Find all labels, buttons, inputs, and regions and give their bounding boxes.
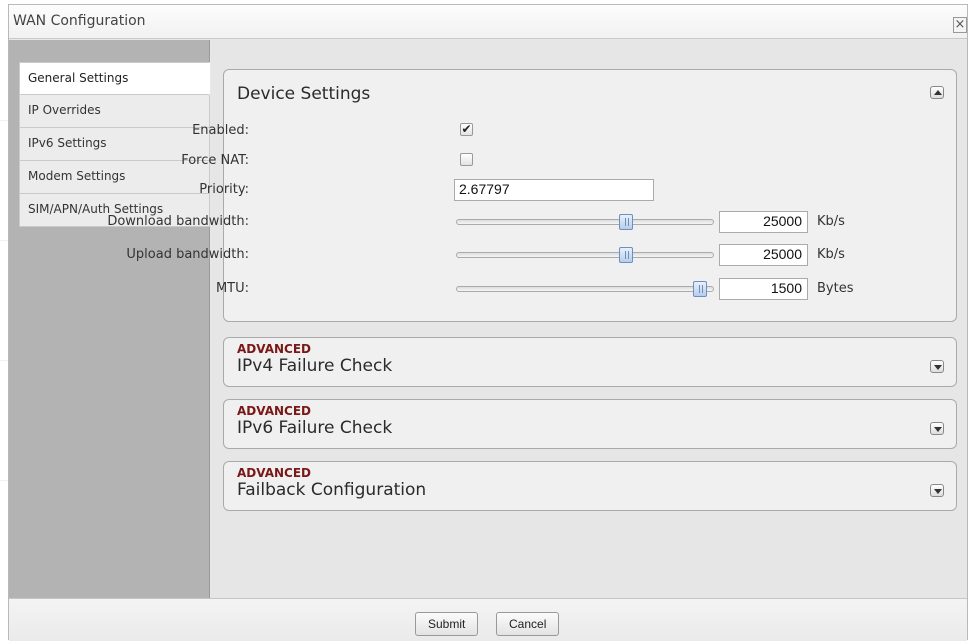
ipv6-failure-check-title: IPv6 Failure Check (237, 418, 393, 438)
mtu-slider-handle[interactable] (693, 281, 708, 297)
force-nat-checkbox[interactable] (460, 153, 473, 166)
cancel-button[interactable]: Cancel (496, 612, 560, 636)
force-nat-row: Force NAT: (181, 150, 956, 172)
collapse-icon[interactable] (930, 86, 944, 99)
download-bandwidth-slider-handle[interactable] (618, 214, 633, 230)
device-settings-panel: Device Settings Enabled: ✔ Force NAT: Pr… (107, 69, 957, 322)
mtu-input[interactable]: 1500 (719, 278, 808, 300)
sidebar-list: General Settings IP Overrides IPv6 Setti… (19, 62, 210, 227)
download-bandwidth-input[interactable]: 25000 (719, 211, 808, 233)
failback-configuration-panel[interactable]: ADVANCED Failback Configuration (223, 461, 957, 511)
priority-input[interactable]: 2.67797 (454, 179, 654, 201)
mtu-row: MTU: 1500 Bytes (216, 278, 956, 300)
upload-bandwidth-slider-handle[interactable] (618, 247, 633, 263)
settings-sidebar: General Settings IP Overrides IPv6 Setti… (9, 40, 210, 598)
advanced-tag: ADVANCED (237, 404, 312, 418)
mtu-unit: Bytes (817, 281, 854, 296)
upload-bandwidth-row: Upload bandwidth: 25000 Kb/s (126, 244, 956, 266)
priority-label: Priority: (199, 182, 249, 197)
device-settings-title: Device Settings (237, 84, 371, 104)
download-bandwidth-label: Download bandwidth: (107, 214, 249, 229)
settings-content: Device Settings Enabled: ✔ Force NAT: Pr… (107, 40, 967, 598)
advanced-tag: ADVANCED (237, 466, 312, 480)
expand-icon[interactable] (930, 484, 944, 497)
expand-icon[interactable] (930, 360, 944, 373)
force-nat-label: Force NAT: (181, 153, 249, 168)
upload-bandwidth-unit: Kb/s (817, 247, 845, 262)
advanced-tag: ADVANCED (237, 342, 312, 356)
dialog-footer: Submit Cancel (9, 598, 967, 641)
ipv4-failure-check-title: IPv4 Failure Check (237, 356, 393, 376)
upload-bandwidth-input[interactable]: 25000 (719, 244, 808, 266)
download-bandwidth-row: Download bandwidth: 25000 Kb/s (107, 211, 956, 233)
sidebar-item-general-settings[interactable]: General Settings (19, 62, 210, 95)
download-bandwidth-slider[interactable] (456, 214, 714, 230)
failback-configuration-title: Failback Configuration (237, 480, 427, 500)
upload-bandwidth-label: Upload bandwidth: (126, 247, 249, 262)
upload-bandwidth-slider[interactable] (456, 247, 714, 263)
priority-row: Priority: 2.67797 (199, 179, 956, 201)
sidebar-item-ip-overrides[interactable]: IP Overrides (19, 95, 210, 128)
ipv6-failure-check-panel[interactable]: ADVANCED IPv6 Failure Check (223, 399, 957, 449)
wan-configuration-dialog: WAN Configuration × General Settings IP … (8, 4, 968, 641)
download-bandwidth-unit: Kb/s (817, 214, 845, 229)
close-icon[interactable]: × (953, 17, 967, 33)
enabled-label: Enabled: (192, 123, 249, 138)
dialog-title: WAN Configuration (13, 13, 146, 29)
expand-icon[interactable] (930, 422, 944, 435)
enabled-row: Enabled: ✔ (192, 120, 956, 142)
submit-button[interactable]: Submit (415, 612, 479, 636)
ipv4-failure-check-panel[interactable]: ADVANCED IPv4 Failure Check (223, 337, 957, 387)
mtu-label: MTU: (215, 281, 249, 296)
enabled-checkbox[interactable]: ✔ (460, 123, 473, 136)
mtu-slider[interactable] (456, 281, 714, 297)
dialog-titlebar: WAN Configuration × (9, 5, 967, 39)
